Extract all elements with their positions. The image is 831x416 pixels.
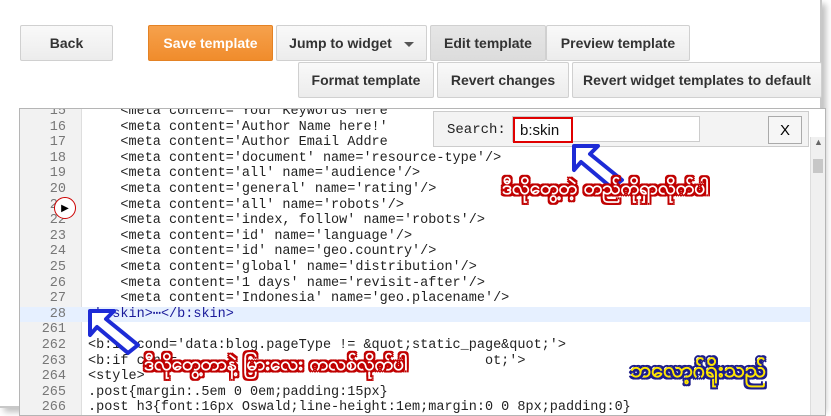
- code-text: .post h3{font:16px Oswald;line-height:1e…: [88, 400, 631, 416]
- scroll-thumb[interactable]: [813, 159, 823, 173]
- format-label: Format template: [311, 72, 421, 88]
- code-text: <style>: [88, 369, 145, 385]
- back-label: Back: [49, 35, 84, 51]
- save-label: Save template: [163, 35, 258, 51]
- line-number: 16: [49, 119, 66, 135]
- line-number: 18: [49, 150, 66, 166]
- code-text: <meta content='all' name='robots'/>: [88, 197, 404, 213]
- fold-expand-icon[interactable]: ▶: [54, 197, 76, 219]
- code-text: <meta content='global' name='distributio…: [88, 259, 477, 275]
- tab-edit-template[interactable]: Edit template: [430, 25, 546, 61]
- back-button[interactable]: Back: [20, 25, 113, 61]
- line-number: 266: [41, 400, 66, 416]
- line-number: 15: [49, 108, 66, 119]
- revert-changes-button[interactable]: Revert changes: [437, 62, 569, 98]
- code-text: .post{margin:.5em 0 0em;padding:15px}: [88, 384, 388, 400]
- scroll-up-icon[interactable]: ▲: [814, 137, 823, 147]
- signature-watermark: ဘလော့ဂ်ရိုးသည်: [630, 358, 767, 383]
- tab-preview-template[interactable]: Preview template: [546, 25, 690, 61]
- search-input[interactable]: [513, 117, 573, 143]
- line-number: 261: [41, 322, 66, 338]
- code-text: <meta content='Author Name here!': [88, 119, 388, 135]
- line-number: 265: [41, 384, 66, 400]
- revert-label: Revert changes: [450, 72, 556, 88]
- close-search-button[interactable]: X: [768, 116, 802, 144]
- code-text: <meta content='id' name='language'/>: [88, 228, 413, 244]
- jump-label: Jump to widget: [289, 35, 392, 51]
- arrow-pointing-fold-icon: [88, 309, 140, 355]
- code-line[interactable]: 22 <meta content='index, follow' name='r…: [20, 213, 825, 229]
- code-text: <meta content='general' name='rating'/>: [88, 181, 437, 197]
- revert-widgets-label: Revert widget templates to default: [583, 72, 811, 88]
- callout-top: ဒီလိုတွေ့တဲ့ တည်ကိုရှာလိုက်ပါ: [502, 177, 709, 199]
- jump-to-widget-dropdown[interactable]: Jump to widget: [276, 25, 427, 61]
- close-icon: X: [779, 121, 790, 139]
- format-template-button[interactable]: Format template: [298, 62, 434, 98]
- line-number: 27: [49, 291, 66, 307]
- vertical-scrollbar[interactable]: ▲: [810, 137, 825, 415]
- code-line[interactable]: 266 .post h3{font:16px Oswald;line-height…: [20, 400, 825, 416]
- search-label: Search:: [447, 122, 506, 138]
- code-line[interactable]: 23 <meta content='id' name='language'/>: [20, 229, 825, 245]
- line-number: 263: [41, 353, 66, 369]
- code-text: <meta content='Indonesia' name='geo.plac…: [88, 291, 510, 307]
- line-number: 20: [49, 181, 66, 197]
- line-number: 28: [49, 306, 66, 322]
- line-number: 264: [41, 369, 66, 385]
- edit-label: Edit template: [444, 35, 532, 51]
- code-text: <meta content='1 days' name='revisit-aft…: [88, 275, 485, 291]
- code-line[interactable]: 24 <meta content='id' name='geo.country'…: [20, 244, 825, 260]
- line-number: 17: [49, 135, 66, 151]
- preview-label: Preview template: [560, 35, 676, 51]
- line-number: 26: [49, 275, 66, 291]
- code-text: <meta content='document' name='resource-…: [88, 150, 502, 166]
- code-text: <meta content='index, follow' name='robo…: [88, 213, 485, 229]
- code-text: <meta content='Your Keywords here': [88, 108, 396, 119]
- code-line[interactable]: 26 <meta content='1 days' name='revisit-…: [20, 276, 825, 292]
- code-text: <meta content='Author Email Addre: [88, 135, 388, 151]
- chevron-down-icon: [403, 41, 414, 47]
- callout-bottom: ဒီလိုတွေ့တာနဲ့ မြားလေး ကလစ်လိုက်ပါ: [144, 353, 408, 375]
- line-number: 25: [49, 259, 66, 275]
- line-number: 19: [49, 166, 66, 182]
- code-text: <meta content='id' name='geo.country'/>: [88, 244, 437, 260]
- code-line[interactable]: 25 <meta content='global' name='distribu…: [20, 260, 825, 276]
- line-number: 24: [49, 244, 66, 260]
- template-editor-window: Back Save template Jump to widget Edit t…: [0, 0, 826, 416]
- save-template-button[interactable]: Save template: [148, 25, 273, 61]
- search-box: [512, 116, 700, 143]
- line-number: 23: [49, 228, 66, 244]
- revert-widget-templates-button[interactable]: Revert widget templates to default: [572, 62, 822, 98]
- code-line[interactable]: 18 <meta content='document' name='resour…: [20, 151, 825, 167]
- code-text: <meta content='all' name='audience'/>: [88, 166, 421, 182]
- line-number: 262: [41, 337, 66, 353]
